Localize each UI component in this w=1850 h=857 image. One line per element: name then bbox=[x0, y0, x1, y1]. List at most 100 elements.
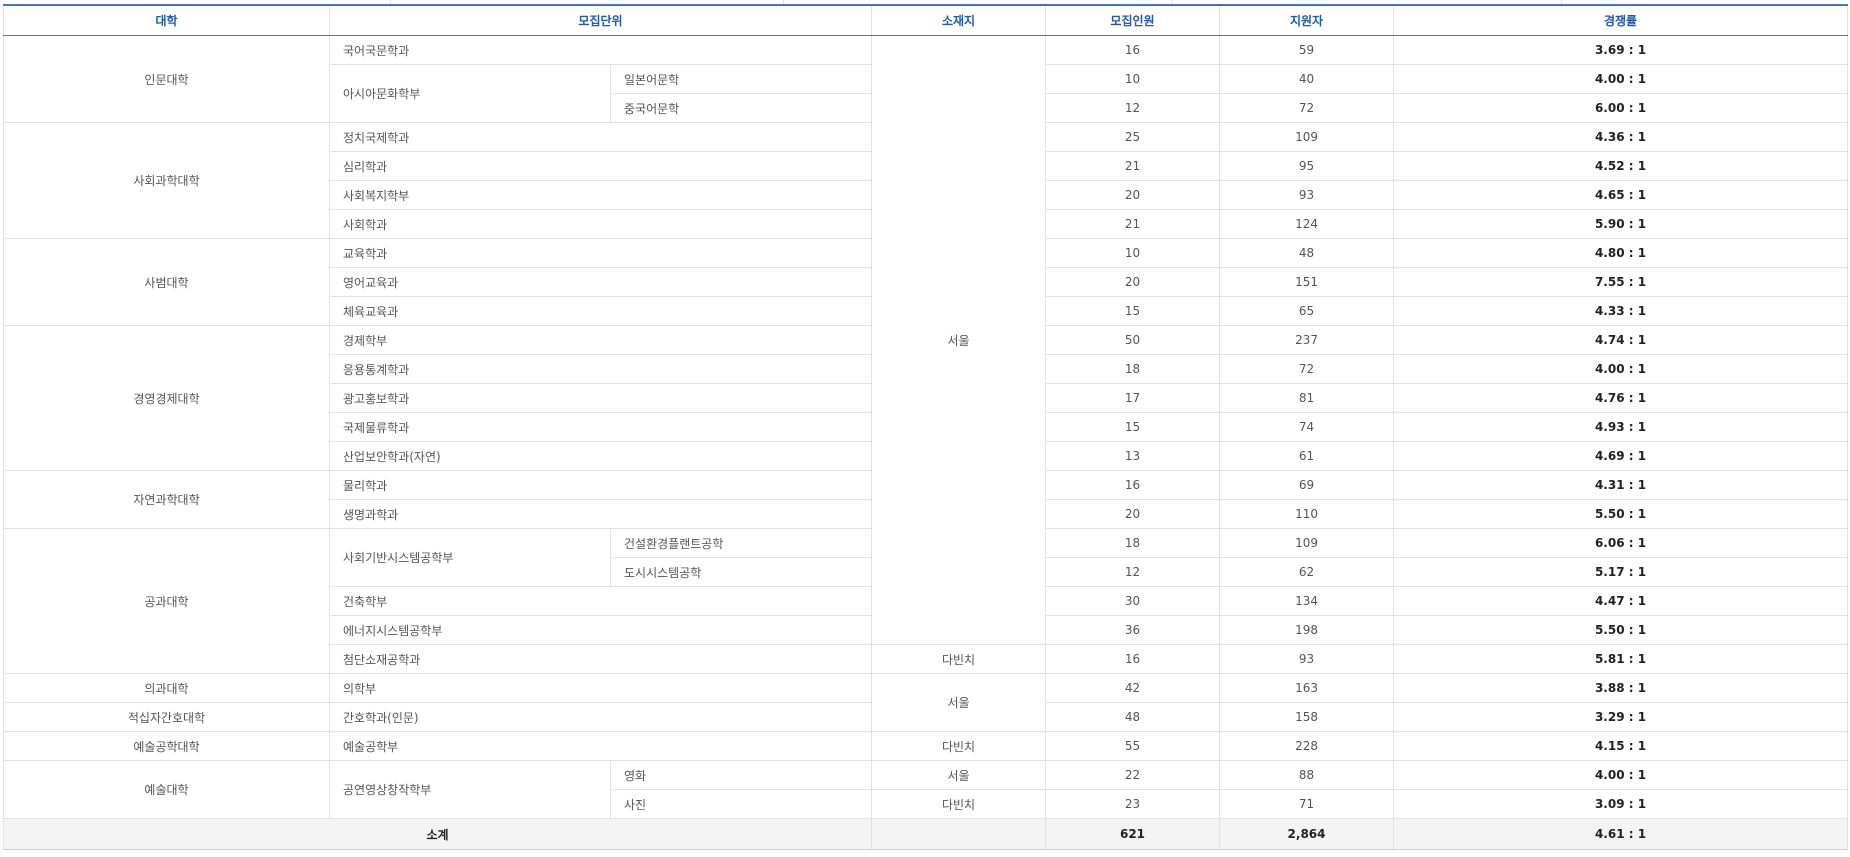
college-cell: 자연과학대학 bbox=[3, 470, 330, 529]
quota-cell: 30 bbox=[1045, 586, 1221, 616]
unit-cell: 물리학과 bbox=[328, 470, 873, 500]
table-row: 인문대학 국어국문학과 서울 16 59 3.69 : 1 bbox=[3, 35, 1849, 645]
total-quota: 621 bbox=[1045, 818, 1221, 850]
total-label: 소계 bbox=[2, 818, 873, 850]
ratio-cell: 5.50 : 1 bbox=[1393, 615, 1849, 645]
college-cell: 사회과학대학 bbox=[3, 122, 330, 239]
table-row: 예술공학대학 예술공학부 다빈치 55 228 4.15 : 1 bbox=[3, 731, 1849, 761]
unit-cell: 국제물류학과 bbox=[328, 412, 873, 442]
total-location-cell bbox=[871, 818, 1047, 850]
applicants-cell: 163 bbox=[1219, 673, 1395, 703]
quota-cell: 18 bbox=[1045, 354, 1221, 384]
quota-cell: 23 bbox=[1045, 789, 1221, 819]
ratio-cell: 4.00 : 1 bbox=[1393, 760, 1849, 790]
total-applicants: 2,864 bbox=[1219, 818, 1395, 850]
quota-cell: 25 bbox=[1045, 122, 1221, 152]
unit-cell: 생명과학과 bbox=[328, 499, 873, 529]
unit-group-cell: 아시아문화학부 bbox=[329, 64, 611, 123]
ratio-cell: 4.76 : 1 bbox=[1393, 383, 1849, 413]
header-quota: 모집인원 bbox=[1045, 4, 1221, 36]
college-cell: 경영경제대학 bbox=[3, 325, 330, 471]
college-cell: 적십자간호대학 bbox=[3, 702, 330, 732]
applicants-cell: 134 bbox=[1219, 586, 1395, 616]
unit-cell: 중국어문학 bbox=[609, 93, 873, 123]
applicants-cell: 71 bbox=[1219, 789, 1395, 819]
ratio-cell: 5.17 : 1 bbox=[1393, 557, 1849, 587]
quota-cell: 22 bbox=[1045, 760, 1221, 790]
applicants-cell: 81 bbox=[1219, 383, 1395, 413]
header-applicants: 지원자 bbox=[1219, 4, 1395, 36]
ratio-cell: 5.81 : 1 bbox=[1393, 644, 1849, 674]
applicants-cell: 228 bbox=[1219, 731, 1395, 761]
location-cell: 다빈치 bbox=[871, 789, 1047, 819]
quota-cell: 12 bbox=[1045, 557, 1221, 587]
ratio-cell: 4.65 : 1 bbox=[1393, 180, 1849, 210]
quota-cell: 15 bbox=[1045, 412, 1221, 442]
quota-cell: 48 bbox=[1045, 702, 1221, 732]
header-unit: 모집단위 bbox=[328, 4, 873, 36]
quota-cell: 10 bbox=[1045, 238, 1221, 268]
ratio-cell: 4.00 : 1 bbox=[1393, 64, 1849, 94]
college-cell: 인문대학 bbox=[3, 35, 330, 123]
quota-cell: 21 bbox=[1045, 209, 1221, 239]
ratio-cell: 4.31 : 1 bbox=[1393, 470, 1849, 500]
quota-cell: 36 bbox=[1045, 615, 1221, 645]
applicants-cell: 124 bbox=[1219, 209, 1395, 239]
applicants-cell: 72 bbox=[1219, 93, 1395, 123]
ratio-cell: 3.88 : 1 bbox=[1393, 673, 1849, 703]
unit-cell: 사회복지학부 bbox=[328, 180, 873, 210]
unit-cell: 국어국문학과 bbox=[328, 35, 873, 65]
applicants-cell: 93 bbox=[1219, 644, 1395, 674]
location-cell: 서울 bbox=[871, 673, 1047, 732]
top-border-stubs bbox=[3, 0, 1847, 4]
quota-cell: 12 bbox=[1045, 93, 1221, 123]
unit-cell: 도시시스템공학 bbox=[609, 557, 873, 587]
unit-cell: 영어교육과 bbox=[328, 267, 873, 297]
applicants-cell: 93 bbox=[1219, 180, 1395, 210]
quota-cell: 16 bbox=[1045, 644, 1221, 674]
unit-cell: 건설환경플랜트공학 bbox=[609, 528, 873, 558]
unit-cell: 의학부 bbox=[328, 673, 873, 703]
unit-cell: 일본어문학 bbox=[609, 64, 873, 94]
ratio-cell: 3.69 : 1 bbox=[1393, 35, 1849, 65]
applicants-cell: 62 bbox=[1219, 557, 1395, 587]
applicants-cell: 109 bbox=[1219, 528, 1395, 558]
ratio-cell: 4.93 : 1 bbox=[1393, 412, 1849, 442]
location-cell: 다빈치 bbox=[871, 644, 1047, 674]
total-row: 소계 621 2,864 4.61 : 1 bbox=[2, 818, 1849, 850]
ratio-cell: 5.90 : 1 bbox=[1393, 209, 1849, 239]
total-ratio: 4.61 : 1 bbox=[1393, 818, 1849, 850]
ratio-cell: 4.52 : 1 bbox=[1393, 151, 1849, 181]
quota-cell: 16 bbox=[1045, 470, 1221, 500]
header-location: 소재지 bbox=[871, 4, 1047, 36]
ratio-cell: 6.00 : 1 bbox=[1393, 93, 1849, 123]
applicants-cell: 40 bbox=[1219, 64, 1395, 94]
quota-cell: 13 bbox=[1045, 441, 1221, 471]
unit-cell: 사회학과 bbox=[328, 209, 873, 239]
quota-cell: 16 bbox=[1045, 35, 1221, 65]
unit-cell: 정치국제학과 bbox=[328, 122, 873, 152]
applicants-cell: 88 bbox=[1219, 760, 1395, 790]
ratio-cell: 4.69 : 1 bbox=[1393, 441, 1849, 471]
header-row: 대학 모집단위 소재지 모집인원 지원자 경쟁률 bbox=[3, 4, 1849, 36]
ratio-cell: 4.74 : 1 bbox=[1393, 325, 1849, 355]
college-cell: 공과대학 bbox=[3, 528, 330, 674]
unit-cell: 첨단소재공학과 bbox=[328, 644, 873, 674]
ratio-cell: 4.33 : 1 bbox=[1393, 296, 1849, 326]
unit-cell: 심리학과 bbox=[328, 151, 873, 181]
applicants-cell: 110 bbox=[1219, 499, 1395, 529]
unit-group-cell: 사회기반시스템공학부 bbox=[329, 528, 611, 587]
ratio-cell: 4.80 : 1 bbox=[1393, 238, 1849, 268]
unit-cell: 체육교육과 bbox=[328, 296, 873, 326]
applicants-cell: 61 bbox=[1219, 441, 1395, 471]
unit-cell: 예술공학부 bbox=[328, 731, 873, 761]
applicants-cell: 59 bbox=[1219, 35, 1395, 65]
applicants-cell: 158 bbox=[1219, 702, 1395, 732]
unit-cell: 응용통계학과 bbox=[328, 354, 873, 384]
quota-cell: 20 bbox=[1045, 180, 1221, 210]
quota-cell: 18 bbox=[1045, 528, 1221, 558]
applicants-cell: 95 bbox=[1219, 151, 1395, 181]
unit-cell: 산업보안학과(자연) bbox=[328, 441, 873, 471]
location-cell: 다빈치 bbox=[871, 731, 1047, 761]
quota-cell: 20 bbox=[1045, 267, 1221, 297]
